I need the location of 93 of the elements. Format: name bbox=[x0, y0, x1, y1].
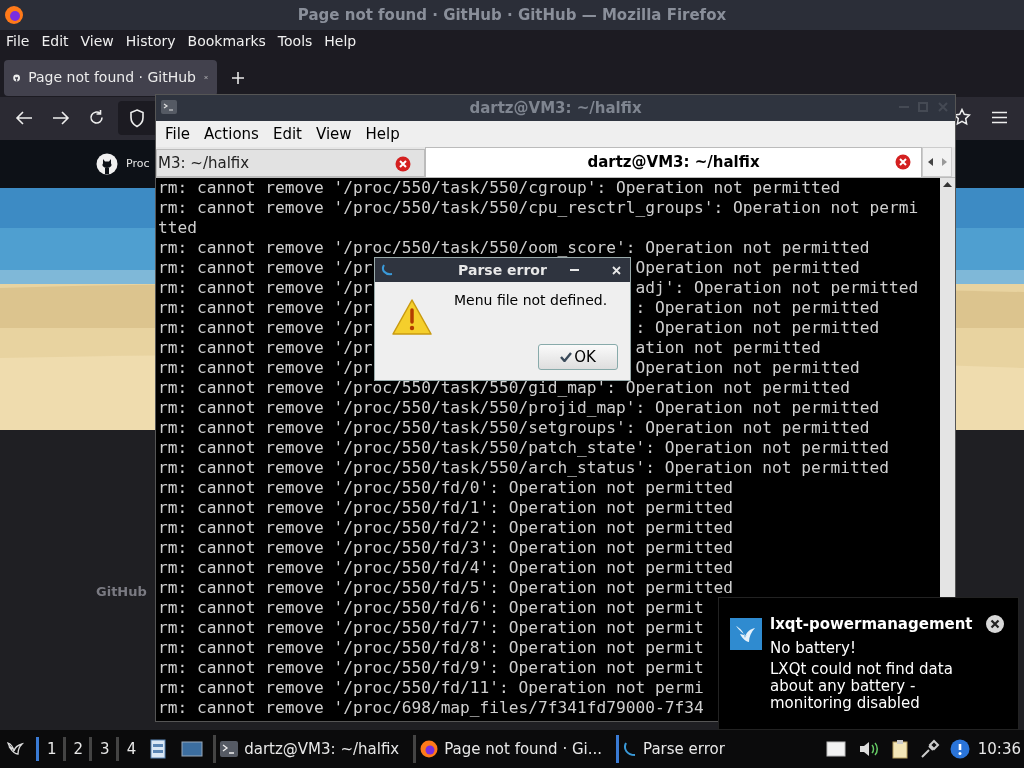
terminal-line: rm: cannot remove '/proc/550/fd/6': Operation not permit bbox=[158, 598, 704, 617]
terminal-line: rm: cannot remove '/proc/550/fd/3': Operation not permitted bbox=[158, 538, 733, 557]
clipboard-icon[interactable] bbox=[891, 739, 910, 759]
app-icon bbox=[381, 263, 395, 277]
desktop-switch-button[interactable]: 4 bbox=[115, 737, 143, 761]
terminal-line: rm: cannot remove '/pr bbox=[158, 298, 373, 317]
terminal-line: : Operation not permitted bbox=[635, 318, 880, 338]
terminal-line: rm: cannot remove '/proc/550/task/550/cpu_resctrl_groups': Operation not permi bbox=[158, 198, 919, 217]
notification-title: lxqt-powermanagement bbox=[770, 614, 973, 635]
taskbar-button[interactable]: dartz@VM3: ~/halfix bbox=[213, 735, 414, 763]
terminal-line: : Operation not permitted bbox=[635, 298, 880, 318]
window-title: Page not found · GitHub · GitHub — Mozilla Firefox bbox=[297, 4, 727, 26]
star-icon[interactable] bbox=[953, 108, 971, 126]
window-icon[interactable] bbox=[825, 741, 846, 757]
menu-item[interactable]: Edit bbox=[41, 30, 69, 52]
terminal-line: rm: cannot remove '/proc/550/fd/9': Operation not permit bbox=[158, 658, 704, 677]
terminal-line: rm: cannot remove '/proc/550/fd/0': Operation not permitted bbox=[158, 478, 733, 497]
browser-tab[interactable]: Page not found · GitHub bbox=[4, 59, 217, 96]
notification-summary: No battery! bbox=[770, 638, 856, 659]
clock[interactable]: 10:36 bbox=[977, 737, 1021, 761]
info-icon[interactable] bbox=[949, 739, 970, 759]
terminal-line: rm: cannot remove '/proc/550/fd/7': Operation not permit bbox=[158, 618, 704, 637]
terminal-line: rm: cannot remove '/proc/550/task/550/setgroups': Operation not permitted bbox=[158, 418, 870, 437]
footer-logo-text: GitHub bbox=[96, 583, 147, 601]
terminal-line: rm: cannot remove '/pr bbox=[158, 338, 373, 357]
github-logo-icon[interactable] bbox=[96, 153, 118, 175]
menu-item[interactable]: View bbox=[80, 30, 114, 52]
firefox-logo-icon bbox=[4, 5, 24, 25]
taskbar-button[interactable]: Parse error bbox=[616, 735, 739, 763]
terminal-line: Operation not permitted bbox=[635, 358, 860, 378]
check-icon bbox=[560, 352, 573, 362]
menu-item[interactable]: Actions bbox=[204, 122, 259, 146]
terminal-line: rm: cannot remove '/proc/550/fd/2': Operation not permitted bbox=[158, 518, 733, 537]
terminal-line: rm: cannot remove '/pr bbox=[158, 278, 373, 297]
terminal-line: rm: cannot remove '/pr bbox=[158, 318, 373, 337]
terminal-line: ation not permitted bbox=[635, 338, 821, 358]
reload-icon[interactable] bbox=[88, 109, 105, 126]
right-arrow-icon[interactable] bbox=[941, 158, 947, 166]
plug-icon[interactable] bbox=[919, 739, 940, 759]
monitor-icon[interactable] bbox=[181, 741, 204, 757]
window-title: dartz@VM3: ~/halfix bbox=[469, 97, 642, 119]
nav-link[interactable]: Proc bbox=[126, 156, 150, 173]
desktop-switch-button[interactable]: 3 bbox=[89, 737, 116, 761]
desktop-switch-button[interactable]: 1 bbox=[36, 737, 63, 761]
notification-body: LXQt could not find data about any battery - monitoring disabled bbox=[770, 661, 954, 712]
terminal-line: rm: cannot remove '/pr bbox=[158, 358, 373, 377]
menu-icon[interactable] bbox=[992, 111, 1007, 124]
terminal-icon bbox=[161, 100, 177, 114]
terminal-tab[interactable]: dartz@VM3: ~/halfix bbox=[425, 147, 922, 177]
tracking-protection-button[interactable] bbox=[118, 101, 155, 135]
terminal-line: tted bbox=[158, 218, 197, 237]
close-icon[interactable] bbox=[986, 615, 1004, 633]
menu-item[interactable]: File bbox=[6, 30, 30, 52]
terminal-line: Operation not permitted bbox=[635, 258, 860, 278]
taskbar-button[interactable]: Page not found · Gi... bbox=[413, 735, 617, 763]
terminal-line: rm: cannot remove '/proc/550/fd/5': Operation not permitted bbox=[158, 578, 733, 597]
menu-item[interactable]: Help bbox=[324, 30, 357, 52]
terminal-line: rm: cannot remove '/proc/550/task/550/cgroup': Operation not permitted bbox=[158, 178, 841, 197]
menu-item[interactable]: View bbox=[315, 122, 352, 146]
terminal-line: rm: cannot remove '/proc/550/task/550/arch_status': Operation not permitted bbox=[158, 458, 889, 477]
menu-item[interactable]: Bookmarks bbox=[187, 30, 266, 52]
speaker-icon[interactable] bbox=[857, 740, 880, 758]
dialog-title: Parse error bbox=[458, 260, 547, 280]
app-icon bbox=[623, 741, 638, 757]
new-tab-icon[interactable] bbox=[231, 70, 245, 85]
menu-item[interactable]: Tools bbox=[277, 30, 313, 52]
terminal-icon bbox=[220, 741, 239, 757]
shield-icon bbox=[128, 108, 145, 128]
dialog-message: Menu file not defined. bbox=[454, 291, 608, 310]
ok-button[interactable]: OK bbox=[538, 344, 618, 370]
desktop-switch-button[interactable]: 2 bbox=[62, 737, 90, 761]
terminal-line: rm: cannot remove '/pr bbox=[158, 258, 373, 277]
terminal-line: rm: cannot remove '/proc/550/fd/1': Operation not permitted bbox=[158, 498, 733, 517]
terminal-line: rm: cannot remove '/proc/698/map_files/7f341fd79000-7f34 bbox=[158, 698, 704, 717]
menu-item[interactable]: File bbox=[165, 122, 191, 146]
terminal-tab[interactable]: M3: ~/halfix bbox=[156, 149, 425, 177]
terminal-line: rm: cannot remove '/proc/550/fd/4': Operation not permitted bbox=[158, 558, 733, 577]
terminal-line: adj': Operation not permitted bbox=[635, 278, 919, 298]
terminal-line: rm: cannot remove '/proc/550/fd/11': Operation not permi bbox=[158, 678, 704, 697]
menu-item[interactable]: History bbox=[125, 30, 176, 52]
terminal-line: rm: cannot remove '/proc/550/task/550/gid_map': Operation not permitted bbox=[158, 378, 850, 397]
terminal-line: rm: cannot remove '/proc/550/fd/8': Operation not permit bbox=[158, 638, 704, 657]
forward-icon[interactable] bbox=[52, 110, 70, 126]
warning-icon bbox=[391, 298, 433, 336]
file-manager-icon[interactable] bbox=[150, 739, 167, 759]
terminal-line: rm: cannot remove '/proc/550/task/550/projid_map': Operation not permitted bbox=[158, 398, 880, 417]
menu-item[interactable]: Edit bbox=[272, 122, 302, 146]
menu-item[interactable]: Help bbox=[365, 122, 400, 146]
terminal-line: rm: cannot remove '/proc/550/task/550/patch_state': Operation not permitted bbox=[158, 438, 889, 457]
firefox-logo-icon bbox=[420, 740, 439, 758]
back-icon[interactable] bbox=[15, 110, 33, 126]
terminal-line: rm: cannot remove '/proc/550/task/550/oom_score': Operation not permitted bbox=[158, 238, 870, 257]
left-arrow-icon[interactable] bbox=[927, 158, 933, 166]
